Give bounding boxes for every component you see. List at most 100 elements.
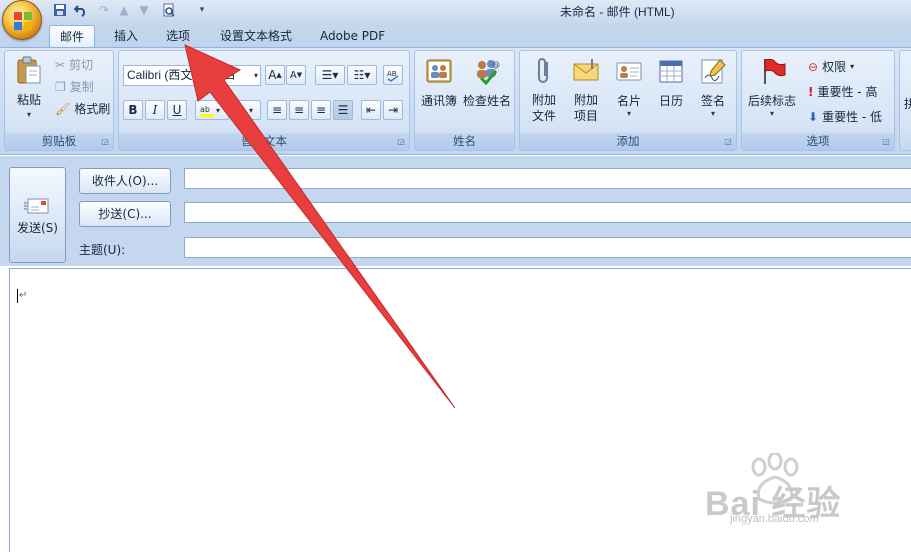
svg-text:AB: AB [387, 70, 397, 78]
dialog-launcher-icon[interactable]: ◲ [396, 137, 406, 147]
group-label-include: 添加 [520, 133, 736, 150]
attach-item-button[interactable]: 附加 项目 [566, 56, 606, 124]
office-logo-icon [14, 12, 32, 30]
font-name-combo[interactable]: Calibri (西文 ▾ [123, 65, 207, 86]
font-color-icon[interactable]: A ▾ [231, 100, 261, 120]
dialog-launcher-icon[interactable]: ◲ [723, 137, 733, 147]
address-book-button[interactable]: 通讯簿 [417, 56, 461, 109]
svg-text:▾: ▾ [249, 106, 253, 115]
copy-button[interactable]: ❐ 复制 [55, 78, 94, 95]
send-button[interactable]: 发送(S) [9, 167, 66, 263]
group-label-clipboard: 剪贴板 [5, 133, 113, 150]
no-entry-icon: ⊖ [808, 59, 819, 74]
svg-text:@: @ [492, 60, 500, 69]
down-arrow-icon[interactable]: ▼ [136, 2, 152, 18]
highlight-icon[interactable]: ab ▾ [195, 100, 229, 120]
customize-qat-icon[interactable]: ▾ [194, 2, 210, 18]
dialog-launcher-icon[interactable]: ◲ [881, 137, 891, 147]
shrink-font-icon[interactable]: A ▼ [286, 65, 306, 85]
flag-icon [764, 58, 786, 84]
calendar-icon [659, 60, 683, 83]
group-label-names: 姓名 [415, 133, 514, 150]
increase-indent-icon[interactable]: ⇥ [383, 100, 403, 120]
subject-label: 主题(U): [79, 243, 126, 257]
group-clipboard: 粘贴 ▾ ✂ 剪切 ❐ 复制 🖌 格式刷 剪贴板 ◲ [4, 50, 114, 151]
italic-button[interactable]: I [145, 100, 165, 120]
cc-field[interactable] [184, 202, 911, 223]
bullets-icon[interactable]: ☰▾ [315, 65, 345, 85]
address-book-icon [426, 59, 452, 83]
signature-button[interactable]: 签名 ▾ [693, 56, 733, 118]
watermark-url: jingyan.baidu.com [730, 513, 819, 525]
attach-file-button[interactable]: 附加 文件 [524, 56, 564, 124]
svg-text:▾: ▾ [216, 106, 220, 115]
grow-font-icon[interactable]: A ▲ [265, 65, 285, 85]
low-importance-button[interactable]: ⬇ 重要性 - 低 [808, 108, 882, 125]
send-envelope-icon [23, 198, 48, 213]
to-field[interactable] [184, 168, 911, 189]
save-icon[interactable] [52, 2, 68, 18]
styles-icon[interactable]: AB [383, 65, 403, 85]
text-caret [17, 289, 18, 303]
paste-button[interactable]: 粘贴 ▾ [9, 55, 49, 119]
align-center-icon[interactable]: ≡ [289, 100, 309, 120]
business-card-button[interactable]: 名片 ▾ [609, 56, 649, 118]
decrease-indent-icon[interactable]: ⇤ [361, 100, 381, 120]
chevron-down-icon: ▾ [253, 71, 258, 80]
high-importance-button[interactable]: ! 重要性 - 高 [808, 83, 877, 100]
group-basic-text: Calibri (西文 ▾ 小四 ▾ A ▲ A ▼ ☰▾ ☷▾ AB B I U ab… [118, 50, 410, 151]
format-painter-button[interactable]: 🖌 格式刷 [55, 100, 110, 117]
outlook-compose-window: { "window": {"title": "未命名 - 邮件 (HTML)"}… [0, 0, 911, 552]
numbering-icon[interactable]: ☷▾ [347, 65, 377, 85]
font-size-combo[interactable]: 小四 ▾ [207, 65, 261, 86]
tab-adobe-pdf[interactable]: Adobe PDF [310, 25, 395, 47]
align-right-icon[interactable]: ≡ [311, 100, 331, 120]
align-left-icon[interactable]: ≡ [267, 100, 287, 120]
check-names-icon: @ [477, 60, 500, 86]
justify-icon[interactable]: ☰ [333, 100, 353, 120]
group-include: 附加 文件 附加 项目 名片 ▾ 日历 签名 ▾ 添加 ◲ [519, 50, 737, 151]
subject-field[interactable] [184, 237, 911, 258]
chevron-down-icon: ▾ [850, 62, 855, 71]
chevron-down-icon: ▾ [769, 109, 774, 118]
group-label-basic-text: 普通文本 [119, 133, 409, 150]
tab-format-text[interactable]: 设置文本格式 [210, 25, 302, 47]
office-button[interactable] [2, 0, 42, 40]
cut-button[interactable]: ✂ 剪切 [55, 56, 93, 73]
scissors-icon: ✂ [55, 57, 66, 72]
paragraph-mark: ↵ [19, 290, 28, 301]
up-arrow-icon[interactable]: ▲ [116, 2, 132, 18]
calendar-button[interactable]: 日历 [651, 56, 691, 109]
copy-icon: ❐ [55, 79, 66, 94]
permission-button[interactable]: ⊖ 权限 ▾ [808, 58, 854, 75]
tab-insert[interactable]: 插入 [104, 25, 148, 47]
to-button[interactable]: 收件人(O)... [79, 168, 171, 194]
signature-icon [701, 59, 726, 84]
group-proofing-partial: 拼 [899, 50, 911, 151]
chevron-down-icon: ▾ [710, 109, 715, 118]
print-preview-icon[interactable] [161, 2, 177, 18]
down-arrow-icon: ⬇ [808, 109, 819, 124]
brush-icon: 🖌 [55, 101, 71, 116]
chevron-down-icon: ▾ [26, 110, 31, 119]
check-names-button[interactable]: @ 检查姓名 [461, 56, 513, 109]
redo-icon[interactable]: ↷ [96, 2, 112, 18]
chevron-down-icon: ▾ [626, 109, 631, 118]
underline-button[interactable]: U [167, 100, 187, 120]
paste-icon [17, 56, 41, 84]
group-names: 通讯簿 @ 检查姓名 姓名 [414, 50, 515, 151]
dialog-launcher-icon[interactable]: ◲ [100, 137, 110, 147]
bold-button[interactable]: B [123, 100, 143, 120]
paperclip-icon [538, 58, 548, 83]
tab-options[interactable]: 选项 [156, 25, 200, 47]
business-card-icon [616, 62, 642, 81]
undo-icon[interactable] [73, 2, 89, 18]
tab-message[interactable]: 邮件 [49, 25, 96, 47]
group-options: 后续标志 ▾ ⊖ 权限 ▾ ! 重要性 - 高 ⬇ 重要性 - 低 选项 ◲ [741, 50, 895, 151]
chevron-down-icon: ▾ [199, 71, 204, 80]
group-label-options: 选项 [742, 133, 894, 150]
window-title: 未命名 - 邮件 (HTML) [560, 5, 675, 19]
svg-text:ab: ab [200, 105, 210, 114]
cc-button[interactable]: 抄送(C)... [79, 201, 171, 227]
follow-up-button[interactable]: 后续标志 ▾ [744, 56, 800, 118]
